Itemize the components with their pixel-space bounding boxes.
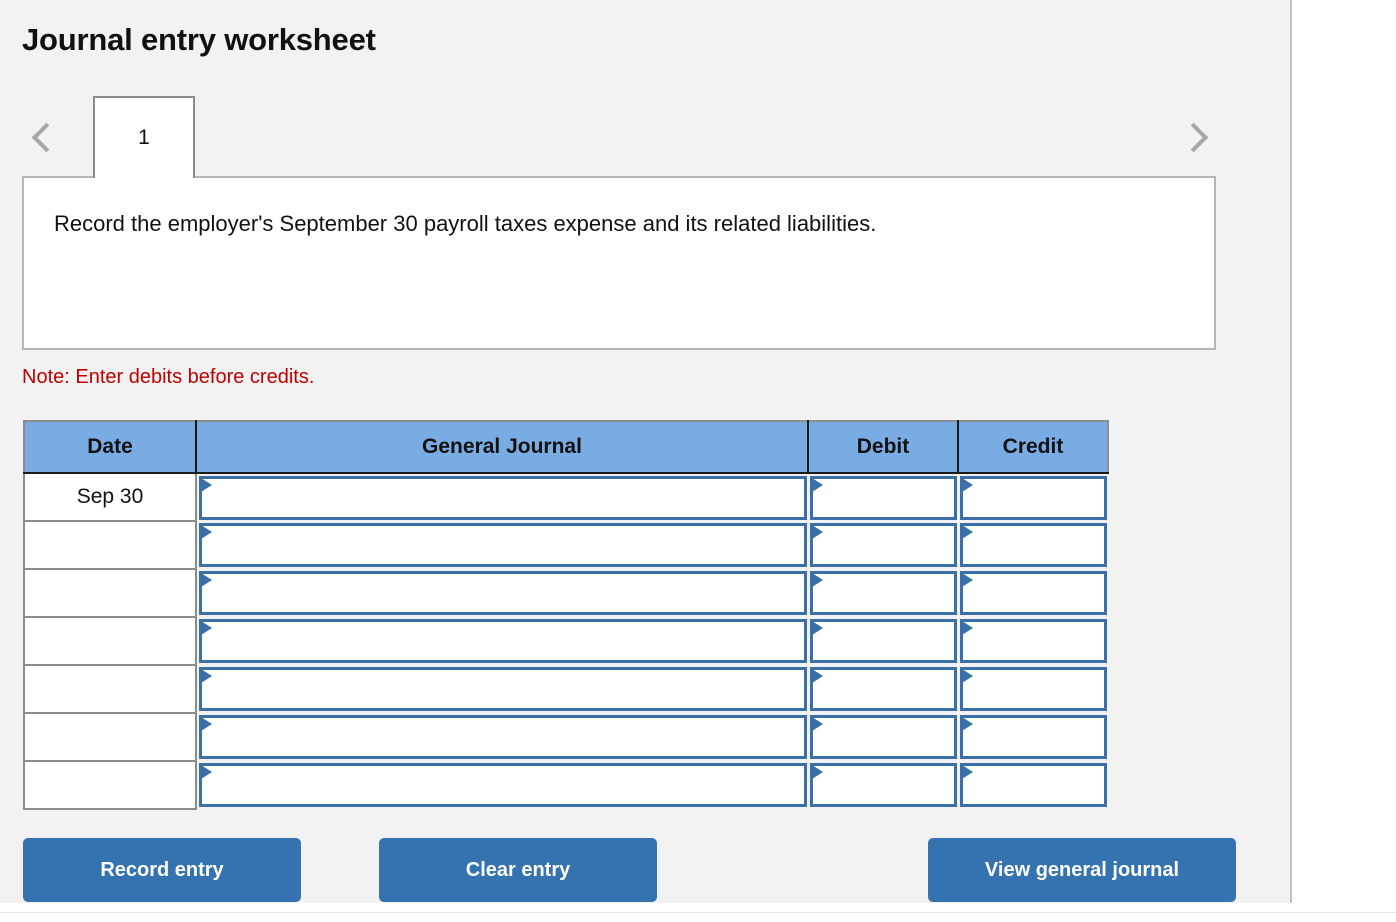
debits-before-credits-note: Note: Enter debits before credits.	[22, 366, 315, 388]
cell-date	[23, 617, 197, 666]
cell-credit	[958, 761, 1108, 809]
general-journal-input[interactable]	[199, 523, 807, 567]
record-entry-button[interactable]: Record entry	[23, 838, 301, 902]
journal-header-row: Date General Journal Debit Credit	[23, 420, 1109, 474]
credit-input[interactable]	[960, 475, 1107, 520]
cell-credit	[958, 713, 1108, 761]
cell-date	[23, 521, 197, 570]
view-general-journal-button[interactable]: View general journal	[928, 838, 1236, 902]
credit-input[interactable]	[960, 619, 1107, 663]
cell-general-journal	[196, 617, 808, 665]
general-journal-input[interactable]	[199, 667, 807, 711]
cell-credit	[958, 617, 1108, 665]
cell-debit	[808, 521, 958, 569]
cell-debit	[808, 569, 958, 617]
cell-general-journal	[196, 521, 808, 569]
journal-entry-table: Date General Journal Debit Credit Sep 30	[23, 420, 1109, 810]
column-header-debit: Debit	[807, 420, 959, 474]
column-header-general-journal: General Journal	[195, 420, 809, 474]
general-journal-input[interactable]	[199, 715, 807, 759]
debit-input[interactable]	[810, 523, 957, 567]
journal-table-body: Sep 30	[23, 473, 1108, 810]
table-row	[23, 617, 1108, 666]
cell-debit	[808, 713, 958, 761]
cell-general-journal	[196, 569, 808, 617]
credit-input[interactable]	[960, 571, 1107, 615]
worksheet-panel: Journal entry worksheet 1 Record the emp…	[0, 0, 1292, 903]
cell-date	[23, 713, 197, 762]
general-journal-input[interactable]	[199, 619, 807, 663]
table-row	[23, 569, 1108, 618]
general-journal-input[interactable]	[199, 763, 807, 807]
next-entry-button[interactable]	[1174, 96, 1218, 178]
debit-input[interactable]	[810, 715, 957, 759]
cell-general-journal	[196, 713, 808, 761]
credit-input[interactable]	[960, 715, 1107, 759]
action-button-row: Record entry Clear entry View general jo…	[0, 838, 1292, 904]
table-row: Sep 30	[23, 473, 1108, 522]
previous-entry-button[interactable]	[22, 96, 66, 178]
column-header-date: Date	[23, 420, 197, 474]
tab-strip: 1	[22, 96, 1216, 178]
cell-date	[23, 761, 197, 810]
debit-input[interactable]	[810, 763, 957, 807]
debit-input[interactable]	[810, 667, 957, 711]
cell-date	[23, 665, 197, 714]
chevron-right-icon	[1178, 122, 1209, 152]
general-journal-input[interactable]	[199, 475, 807, 520]
table-row	[23, 665, 1108, 714]
prompt-text: Record the employer's September 30 payro…	[54, 211, 877, 236]
credit-input[interactable]	[960, 523, 1107, 567]
cell-general-journal	[196, 761, 808, 809]
cell-credit	[958, 665, 1108, 713]
tab-entry-1[interactable]: 1	[93, 96, 195, 178]
cell-credit	[958, 521, 1108, 569]
page-bottom-divider	[0, 912, 1396, 913]
cell-debit	[808, 617, 958, 665]
cell-debit	[808, 761, 958, 809]
journal-table-head: Date General Journal Debit Credit	[23, 420, 1109, 474]
debit-input[interactable]	[810, 571, 957, 615]
credit-input[interactable]	[960, 667, 1107, 711]
debit-input[interactable]	[810, 475, 957, 520]
table-row	[23, 761, 1108, 810]
debit-input[interactable]	[810, 619, 957, 663]
column-header-credit: Credit	[957, 420, 1109, 474]
cell-date	[23, 569, 197, 618]
cell-general-journal	[196, 665, 808, 713]
cell-credit	[958, 569, 1108, 617]
page-title: Journal entry worksheet	[22, 22, 376, 57]
cell-credit	[958, 473, 1108, 521]
cell-debit	[808, 665, 958, 713]
prompt-panel: Record the employer's September 30 payro…	[22, 178, 1216, 350]
credit-input[interactable]	[960, 763, 1107, 807]
cell-date: Sep 30	[23, 473, 197, 522]
cell-general-journal	[196, 473, 808, 521]
chevron-left-icon	[31, 122, 62, 152]
general-journal-input[interactable]	[199, 571, 807, 615]
tab-label: 1	[138, 126, 150, 149]
table-row	[23, 713, 1108, 762]
clear-entry-button[interactable]: Clear entry	[379, 838, 657, 902]
worksheet-page: Journal entry worksheet 1 Record the emp…	[0, 0, 1396, 922]
cell-debit	[808, 473, 958, 521]
table-row	[23, 521, 1108, 570]
